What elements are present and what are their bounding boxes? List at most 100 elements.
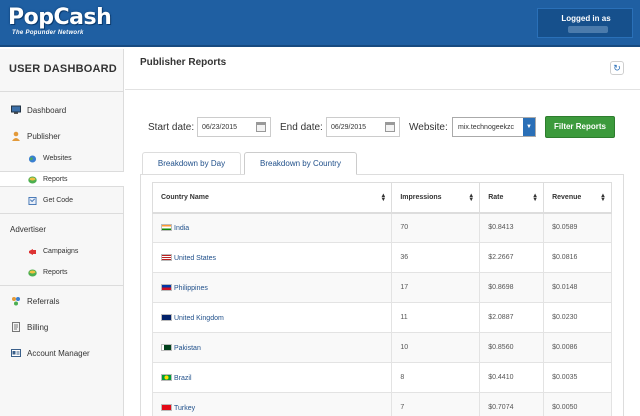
flag-brazil-icon	[161, 373, 172, 381]
rate-cell: $0.8413	[479, 212, 545, 243]
table-row: Brazil 8 $0.4410 $0.0035	[151, 362, 612, 393]
impressions-cell: 7	[391, 392, 481, 416]
column-label: Rate	[488, 193, 504, 201]
impressions-cell: 11	[391, 302, 481, 333]
sidebar-item-label: Websites	[43, 155, 72, 162]
table-row: Turkey 7 $0.7074 $0.0050	[151, 392, 612, 416]
billing-icon	[12, 322, 20, 332]
logo-text: PopCash	[8, 5, 112, 30]
username-redacted	[568, 26, 608, 33]
start-date-input[interactable]: 06/23/2015	[197, 117, 271, 137]
flag-united-states-icon	[161, 253, 172, 261]
rate-cell: $2.2667	[479, 242, 545, 273]
megaphone-icon	[29, 249, 36, 255]
impressions-cell: 10	[391, 332, 481, 363]
sidebar-item-billing[interactable]: Billing	[0, 318, 124, 336]
sidebar-item-label: Publisher	[27, 132, 61, 141]
flag-turkey-icon	[161, 403, 172, 411]
filter-reports-button[interactable]: Filter Reports	[545, 116, 615, 138]
country-cell: United States	[151, 242, 393, 273]
account-manager-icon	[11, 349, 21, 357]
column-header-revenue[interactable]: Revenue ▲ ▼	[543, 182, 612, 214]
column-header-rate[interactable]: Rate ▲ ▼	[479, 182, 545, 214]
column-label: Impressions	[400, 193, 442, 201]
divider	[0, 285, 124, 286]
sidebar-item-dashboard[interactable]: Dashboard	[0, 101, 124, 119]
flag-united-kingdom-icon	[161, 313, 172, 321]
sidebar-item-label: Campaigns	[43, 248, 79, 255]
table-row: Philippines 17 $0.8698 $0.0148	[151, 272, 612, 303]
sidebar-item-publisher[interactable]: Publisher	[0, 127, 124, 145]
calendar-icon[interactable]	[385, 122, 395, 132]
sort-icon: ▲ ▼	[380, 193, 387, 203]
sidebar-item-label: Reports	[43, 269, 68, 276]
reports-icon	[28, 176, 37, 184]
sidebar-item-campaigns[interactable]: Campaigns	[0, 244, 124, 260]
divider	[125, 89, 640, 90]
revenue-cell: $0.0816	[543, 242, 612, 273]
sort-icon: ▲ ▼	[532, 193, 539, 203]
end-date-input[interactable]: 06/29/2015	[326, 117, 400, 137]
table-header-row: Country Name ▲ ▼ Impressions ▲ ▼ Rate ▲ ▼ Reve…	[151, 182, 612, 214]
website-select[interactable]: mix.technogeekzc ▼	[452, 117, 536, 137]
refresh-button[interactable]: ↻	[610, 61, 624, 75]
sidebar-item-advertiser-reports[interactable]: Reports	[0, 265, 124, 281]
country-cell: Philippines	[151, 272, 393, 303]
country-cell: Brazil	[151, 362, 393, 393]
divider	[0, 91, 124, 92]
revenue-cell: $0.0086	[543, 332, 612, 363]
calendar-icon[interactable]	[256, 122, 266, 132]
revenue-cell: $0.0589	[543, 212, 612, 243]
chevron-down-icon[interactable]: ▼	[523, 118, 535, 136]
sidebar-item-publisher-reports[interactable]: Reports	[0, 171, 124, 187]
table-row: United Kingdom 11 $2.0887 $0.0230	[151, 302, 612, 333]
country-cell: United Kingdom	[151, 302, 393, 333]
impressions-cell: 8	[391, 362, 481, 393]
column-header-impressions[interactable]: Impressions ▲ ▼	[391, 182, 481, 214]
country-name: United States	[174, 254, 217, 262]
country-name: India	[174, 224, 190, 232]
flag-india-icon	[161, 223, 172, 231]
country-report-table: Country Name ▲ ▼ Impressions ▲ ▼ Rate ▲ ▼ Reve…	[151, 182, 612, 416]
country-cell: Turkey	[151, 392, 393, 416]
monitor-icon	[11, 105, 21, 114]
sidebar: USER DASHBOARD Dashboard Publisher Websi…	[0, 49, 124, 416]
rate-cell: $2.0887	[479, 302, 545, 333]
referrals-icon	[12, 297, 20, 306]
sidebar-item-label: Account Manager	[27, 349, 90, 358]
sidebar-item-referrals[interactable]: Referrals	[0, 292, 124, 310]
start-date-label: Start date:	[148, 122, 195, 133]
sidebar-item-get-code[interactable]: Get Code	[0, 193, 124, 209]
country-name: Brazil	[174, 374, 192, 382]
sidebar-item-account-manager[interactable]: Account Manager	[0, 344, 124, 362]
sidebar-item-label: Billing	[27, 323, 49, 332]
popcash-logo[interactable]: PopCash The Popunder Network	[8, 6, 118, 42]
revenue-cell: $0.0148	[543, 272, 612, 303]
logo-tagline: The Popunder Network	[12, 30, 84, 36]
refresh-icon: ↻	[613, 63, 621, 73]
sidebar-title: USER DASHBOARD	[9, 63, 117, 75]
column-header-country[interactable]: Country Name ▲ ▼	[151, 182, 393, 214]
table-row: India 70 $0.8413 $0.0589	[151, 212, 612, 243]
end-date-value: 06/29/2015	[331, 124, 367, 131]
sort-icon: ▲ ▼	[468, 193, 475, 203]
website-select-value: mix.technogeekzc	[458, 124, 515, 131]
logged-in-box[interactable]: Logged in as	[537, 8, 633, 38]
sidebar-item-label: Referrals	[27, 297, 60, 306]
column-label: Country Name	[161, 193, 209, 201]
end-date-label: End date:	[280, 122, 323, 133]
sidebar-item-websites[interactable]: Websites	[0, 151, 124, 167]
top-header: PopCash The Popunder Network Logged in a…	[0, 0, 640, 47]
page-title: Publisher Reports	[140, 57, 227, 68]
rate-cell: $0.7074	[479, 392, 545, 416]
revenue-cell: $0.0050	[543, 392, 612, 416]
user-icon	[12, 131, 20, 141]
country-name: United Kingdom	[174, 314, 224, 322]
impressions-cell: 36	[391, 242, 481, 273]
sidebar-item-label: Dashboard	[27, 106, 67, 115]
rate-cell: $0.8560	[479, 332, 545, 363]
tab-breakdown-by-country[interactable]: Breakdown by Country	[244, 152, 357, 175]
tab-breakdown-by-day[interactable]: Breakdown by Day	[142, 152, 241, 175]
sidebar-item-label: Get Code	[43, 197, 73, 204]
country-name: Turkey	[174, 404, 196, 412]
